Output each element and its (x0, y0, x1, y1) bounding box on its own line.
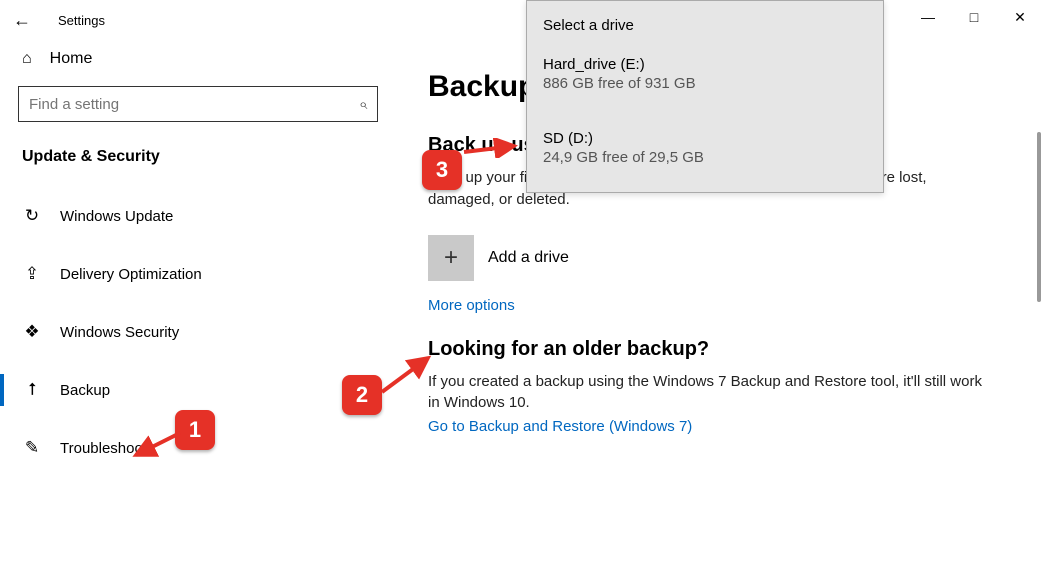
scrollbar-thumb[interactable] (1037, 132, 1041, 302)
flyout-title: Select a drive (527, 11, 883, 48)
add-drive-row: + Add a drive (428, 235, 1013, 281)
window-controls: — □ ✕ (905, 0, 1043, 34)
backup-icon: ⭡ (22, 380, 42, 400)
home-icon: ⌂ (22, 50, 32, 68)
nav-item-backup[interactable]: ⭡ Backup (18, 368, 388, 412)
nav-item-label: Windows Update (60, 208, 173, 225)
search-input[interactable] (29, 96, 359, 113)
maximize-button[interactable]: □ (951, 0, 997, 34)
drive-item-hard-drive[interactable]: Hard_drive (E:) 886 GB free of 931 GB (527, 48, 883, 100)
nav-item-windows-update[interactable]: ↻ Windows Update (18, 194, 388, 238)
arrow-left-icon: ← (13, 10, 31, 31)
nav-item-windows-security[interactable]: ❖ Windows Security (18, 310, 388, 354)
minimize-button[interactable]: — (905, 0, 951, 34)
section-older-title: Looking for an older backup? (428, 338, 1013, 361)
drive-name: Hard_drive (E:) (543, 56, 867, 73)
close-button[interactable]: ✕ (997, 0, 1043, 34)
nav-item-label: Troubleshoot (60, 440, 147, 457)
delivery-icon: ⇪ (22, 264, 42, 284)
nav-panel: ⌂ Home ⌕ Update & Security ↻ Windows Upd… (0, 40, 388, 470)
drive-item-sd[interactable]: SD (D:) 24,9 GB free of 29,5 GB (527, 122, 883, 174)
search-box[interactable]: ⌕ (18, 86, 378, 122)
more-options-link[interactable]: More options (428, 297, 1013, 314)
close-icon: ✕ (1014, 9, 1026, 26)
drive-free-space: 886 GB free of 931 GB (543, 75, 867, 92)
nav-item-label: Windows Security (60, 324, 179, 341)
annotation-badge-1: 1 (175, 410, 215, 450)
refresh-icon: ↻ (22, 206, 42, 226)
nav-section-header: Update & Security (22, 148, 388, 166)
add-drive-label: Add a drive (488, 249, 569, 267)
backup-restore-link[interactable]: Go to Backup and Restore (Windows 7) (428, 418, 1013, 435)
drive-name: SD (D:) (543, 130, 867, 147)
drive-free-space: 24,9 GB free of 29,5 GB (543, 149, 867, 166)
nav-item-label: Delivery Optimization (60, 266, 202, 283)
back-button[interactable]: ← (0, 0, 44, 40)
nav-item-delivery-optimization[interactable]: ⇪ Delivery Optimization (18, 252, 388, 296)
nav-home-label: Home (50, 50, 93, 68)
annotation-badge-2: 2 (342, 375, 382, 415)
shield-icon: ❖ (22, 322, 42, 342)
annotation-badge-3: 3 (422, 150, 462, 190)
title-bar: ← Settings (0, 0, 1043, 40)
minimize-icon: — (921, 9, 935, 25)
select-drive-flyout: Select a drive Hard_drive (E:) 886 GB fr… (526, 0, 884, 193)
plus-icon: + (444, 244, 458, 272)
nav-item-label: Backup (60, 382, 110, 399)
wrench-icon: ✎ (22, 438, 42, 458)
search-icon: ⌕ (359, 96, 367, 113)
nav-home[interactable]: ⌂ Home (18, 40, 388, 86)
window-title: Settings (58, 13, 105, 28)
add-drive-button[interactable]: + (428, 235, 474, 281)
maximize-icon: □ (970, 9, 978, 25)
section-older-body: If you created a backup using the Window… (428, 371, 988, 415)
